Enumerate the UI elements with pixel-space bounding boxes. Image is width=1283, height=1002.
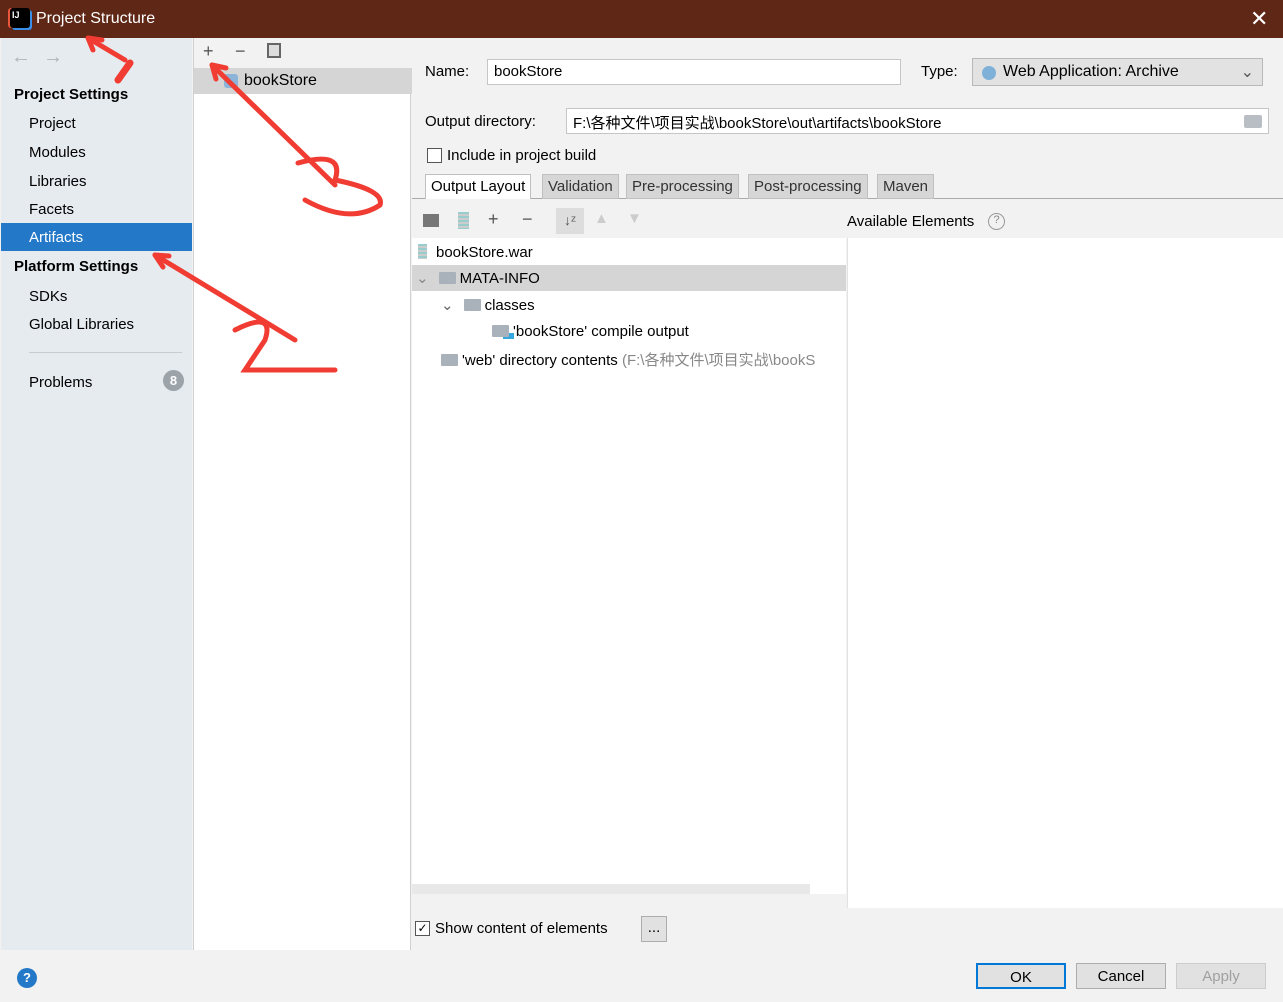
tab-output-layout[interactable]: Output Layout	[425, 174, 532, 199]
create-directory-icon[interactable]	[423, 214, 439, 227]
output-directory-input[interactable]: F:\各种文件\项目实战\bookStore\out\artifacts\boo…	[566, 108, 1269, 134]
sidebar-item-label: Libraries	[29, 173, 87, 190]
output-directory-label: Output directory:	[425, 113, 536, 130]
sidebar-item-modules[interactable]: Modules	[1, 138, 192, 166]
name-input[interactable]: bookStore	[487, 59, 901, 85]
include-in-build-label: Include in project build	[447, 147, 597, 164]
module-output-icon	[492, 325, 509, 337]
horizontal-scrollbar[interactable]	[412, 884, 810, 894]
help-icon[interactable]: ?	[17, 968, 37, 988]
tree-node-web-directory[interactable]: 'web' directory contents (F:\各种文件\项目实战\b…	[441, 349, 846, 370]
intellij-logo-icon: IJ	[10, 8, 30, 28]
tab-maven[interactable]: Maven	[877, 174, 935, 199]
cancel-button[interactable]: Cancel	[1076, 963, 1166, 989]
name-label: Name:	[425, 63, 470, 80]
title-bar: IJ Project Structure ✕	[0, 0, 1283, 38]
artifact-details: Name: bookStore Type: Web Application: A…	[412, 38, 1283, 950]
tree-node-war[interactable]: bookStore.war	[418, 244, 533, 261]
divider	[29, 352, 182, 353]
section-platform-settings: Platform Settings	[14, 258, 139, 275]
node-hint: (F:\各种文件\项目实战\bookS	[621, 352, 816, 369]
sidebar: ← → Project Settings Project Modules Lib…	[1, 38, 192, 950]
available-elements-tree	[847, 238, 1283, 908]
archive-icon	[418, 244, 427, 259]
problems-count-badge: 8	[163, 370, 184, 391]
tree-node-classes[interactable]: ⌄ classes	[441, 296, 535, 314]
artifacts-toolbar: + −	[194, 38, 412, 68]
sidebar-item-global-libraries[interactable]: Global Libraries	[1, 310, 192, 338]
add-dropdown-icon[interactable]: +	[488, 209, 499, 230]
type-label: Type:	[921, 63, 958, 80]
sort-alphabetically-icon[interactable]: ↓ᶻ	[556, 208, 584, 234]
folder-browse-icon[interactable]	[1244, 115, 1262, 128]
sidebar-item-label: SDKs	[29, 288, 68, 305]
folder-icon	[463, 299, 481, 311]
chevron-down-icon: ⌄	[416, 270, 429, 287]
tab-bar: Output Layout Validation Pre-processing …	[412, 173, 1283, 199]
add-archive-icon[interactable]	[458, 212, 469, 229]
folder-icon	[438, 272, 456, 284]
sidebar-item-label: Project	[29, 115, 76, 132]
sidebar-item-libraries[interactable]: Libraries	[1, 167, 192, 195]
artifact-list-item[interactable]: bookStore	[194, 68, 412, 94]
tree-node-compile-output[interactable]: 'bookStore' compile output	[492, 323, 689, 340]
show-content-label: Show content of elements	[435, 920, 608, 937]
close-icon[interactable]: ✕	[1250, 6, 1268, 32]
output-directory-value: F:\各种文件\项目实战\bookStore\out\artifacts\boo…	[573, 115, 942, 132]
type-select[interactable]: Web Application: Archive ⌄	[972, 58, 1263, 86]
include-in-build-checkbox[interactable]	[427, 148, 442, 163]
artifact-label: bookStore	[244, 72, 317, 89]
arrow-left-icon[interactable]: ←	[11, 46, 31, 69]
node-label: bookStore.war	[436, 244, 533, 261]
sidebar-item-label: Modules	[29, 144, 86, 161]
show-content-checkbox[interactable]: ✓	[415, 921, 430, 936]
window-title: Project Structure	[36, 10, 156, 27]
sidebar-item-facets[interactable]: Facets	[1, 195, 192, 223]
tab-post-processing[interactable]: Post-processing	[748, 174, 868, 199]
add-icon[interactable]: +	[203, 41, 214, 62]
output-layout-tree: bookStore.war ⌄ MATA-INFO ⌄ classes 'bookS…	[412, 238, 846, 894]
available-elements-label: Available Elements	[847, 213, 975, 230]
chevron-down-icon: ⌄	[441, 297, 454, 314]
help-icon[interactable]: ?	[988, 213, 1005, 230]
folder-icon	[441, 354, 458, 366]
artifact-icon	[224, 74, 238, 88]
node-label: MATA-INFO	[459, 270, 540, 287]
move-up-icon[interactable]: ▲	[594, 210, 609, 227]
sidebar-item-sdks[interactable]: SDKs	[1, 282, 192, 310]
sidebar-item-label: Artifacts	[29, 229, 84, 246]
arrow-right-icon[interactable]: →	[43, 46, 63, 69]
section-project-settings: Project Settings	[14, 86, 129, 103]
more-options-button[interactable]: ...	[641, 916, 667, 942]
remove-icon[interactable]: −	[522, 209, 533, 230]
type-value: Web Application: Archive	[1003, 63, 1179, 80]
sidebar-item-project[interactable]: Project	[1, 109, 192, 137]
tab-pre-processing[interactable]: Pre-processing	[626, 174, 739, 199]
sidebar-item-label: Problems	[29, 374, 93, 391]
move-down-icon[interactable]: ▼	[627, 210, 642, 227]
node-label: 'web' directory contents	[462, 352, 618, 369]
sidebar-item-artifacts[interactable]: Artifacts	[1, 223, 192, 251]
node-label: classes	[484, 297, 535, 314]
node-label: 'bookStore' compile output	[513, 323, 689, 340]
sidebar-item-label: Global Libraries	[29, 316, 135, 333]
web-app-icon	[982, 66, 996, 80]
tab-validation[interactable]: Validation	[542, 174, 619, 199]
copy-icon[interactable]	[267, 43, 281, 58]
remove-icon[interactable]: −	[235, 41, 246, 62]
chevron-down-icon: ⌄	[1240, 64, 1254, 81]
apply-button[interactable]: Apply	[1176, 963, 1266, 989]
ok-button[interactable]: OK	[976, 963, 1066, 989]
artifacts-panel: + − bookStore	[193, 38, 412, 950]
tree-node-mata-info[interactable]: ⌄ MATA-INFO	[412, 265, 846, 291]
sidebar-item-label: Facets	[29, 201, 75, 218]
